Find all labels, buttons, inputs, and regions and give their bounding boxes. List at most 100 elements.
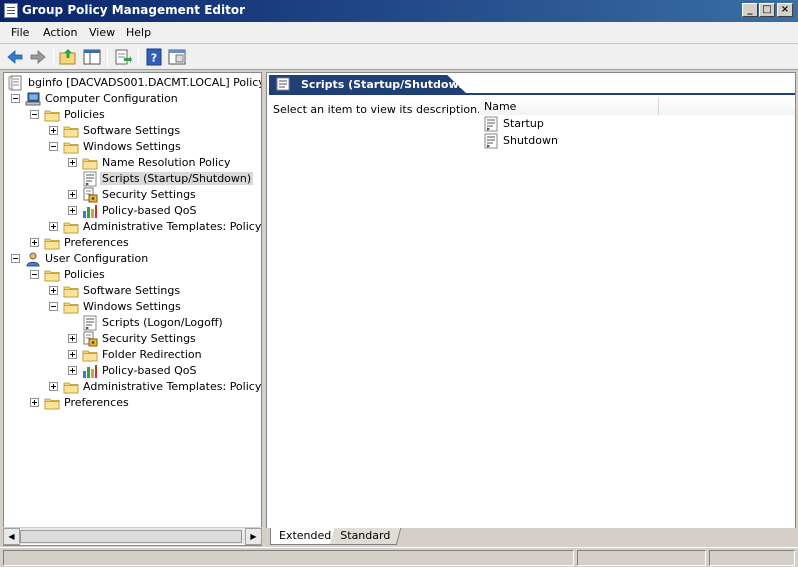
tree-item-label: Name Resolution Policy <box>102 156 231 169</box>
forward-icon[interactable] <box>28 47 48 67</box>
tree-item[interactable]: Windows Settings <box>4 299 261 315</box>
collapse-icon[interactable] <box>49 302 58 311</box>
tree-item[interactable]: Windows Settings <box>4 139 261 155</box>
item-description: Select an item to view its description. <box>273 103 481 116</box>
scroll-thumb[interactable] <box>20 530 242 543</box>
tree-item-label: Computer Configuration <box>45 92 178 105</box>
expand-icon[interactable] <box>68 190 77 199</box>
expand-icon[interactable] <box>30 398 39 407</box>
back-icon[interactable] <box>5 47 25 67</box>
list-item-label: Shutdown <box>503 134 558 147</box>
tree-item-label: Preferences <box>64 396 129 409</box>
menu-view[interactable]: View <box>89 26 115 39</box>
tree-item[interactable]: Policies <box>4 267 261 283</box>
list-header: Name <box>479 98 795 115</box>
tree-item[interactable]: Scripts (Startup/Shutdown) <box>4 171 261 187</box>
expand-icon[interactable] <box>68 350 77 359</box>
scroll-right-button[interactable]: ▶ <box>245 528 262 545</box>
collapse-icon[interactable] <box>30 110 39 119</box>
details-title: Scripts (Startup/Shutdown) <box>301 78 472 91</box>
tree-item[interactable]: Name Resolution Policy <box>4 155 261 171</box>
tree-item-label: Administrative Templates: Policy defi <box>83 380 262 393</box>
status-bar <box>0 547 798 567</box>
help-icon[interactable]: ? <box>144 47 164 67</box>
expand-icon[interactable] <box>49 286 58 295</box>
collapse-icon[interactable] <box>30 270 39 279</box>
tree-item[interactable]: Computer Configuration <box>4 91 261 107</box>
export-list-icon[interactable] <box>113 47 133 67</box>
folder-icon <box>63 139 79 155</box>
tree-item-label: Policy-based QoS <box>102 204 197 217</box>
view-tabs: Extended Standard <box>266 528 798 546</box>
minimize-button[interactable]: _ <box>742 3 758 17</box>
expand-icon[interactable] <box>68 206 77 215</box>
window-title: Group Policy Management Editor <box>22 3 246 17</box>
tree-horizontal-scrollbar[interactable]: ◀ ▶ <box>3 527 262 545</box>
tree-item[interactable]: Administrative Templates: Policy defi <box>4 379 262 395</box>
tree-item[interactable]: Administrative Templates: Policy defi <box>4 219 261 235</box>
properties-icon[interactable] <box>167 47 187 67</box>
status-panel-2 <box>577 550 706 566</box>
script-icon <box>483 133 499 149</box>
tree-item[interactable]: Policy-based QoS <box>4 363 261 379</box>
expand-icon[interactable] <box>68 366 77 375</box>
folder-icon <box>63 283 79 299</box>
qos-chart-icon <box>82 363 98 379</box>
up-folder-icon[interactable] <box>58 47 78 67</box>
policy-doc-icon <box>8 75 24 91</box>
list-item[interactable]: Startup <box>483 116 683 132</box>
folder-icon <box>63 299 79 315</box>
tree-item[interactable]: Software Settings <box>4 123 261 139</box>
title-bar: Group Policy Management Editor _ □ × <box>0 0 798 22</box>
tree-item[interactable]: Policy-based QoS <box>4 203 261 219</box>
tree-item-label: Folder Redirection <box>102 348 202 361</box>
toolbar-separator <box>107 48 108 66</box>
tree-item[interactable]: Security Settings <box>4 187 261 203</box>
tree-item[interactable]: Security Settings <box>4 331 261 347</box>
menu-help[interactable]: Help <box>126 26 151 39</box>
status-panel-main <box>3 550 574 566</box>
tree-item-label: Security Settings <box>102 188 196 201</box>
list-item[interactable]: Shutdown <box>483 133 683 149</box>
script-icon <box>82 315 98 331</box>
collapse-icon[interactable] <box>11 254 20 263</box>
tree-item-label: Software Settings <box>83 284 181 297</box>
expand-icon[interactable] <box>49 222 58 231</box>
expand-icon[interactable] <box>68 334 77 343</box>
tree-item[interactable]: Scripts (Logon/Logoff) <box>4 315 261 331</box>
tree-item[interactable]: Preferences <box>4 235 261 251</box>
maximize-button[interactable]: □ <box>759 3 775 17</box>
folder-icon <box>44 107 60 123</box>
menu-file[interactable]: File <box>11 26 29 39</box>
tab-standard[interactable]: Standard <box>329 528 402 545</box>
collapse-icon[interactable] <box>49 142 58 151</box>
header-underline <box>269 93 795 95</box>
collapse-icon[interactable] <box>11 94 20 103</box>
tree-item-label: Scripts (Startup/Shutdown) <box>100 172 254 185</box>
details-pane: Scripts (Startup/Shutdown) Select an ite… <box>266 72 796 546</box>
computer-icon <box>25 91 41 107</box>
toolbar: ? <box>0 44 798 70</box>
tree-item-label: Windows Settings <box>83 300 181 313</box>
folder-icon <box>44 395 60 411</box>
qos-chart-icon <box>82 203 98 219</box>
close-button[interactable]: × <box>777 3 793 17</box>
tree-item[interactable]: Folder Redirection <box>4 347 261 363</box>
menu-action[interactable]: Action <box>43 26 77 39</box>
tree-item[interactable]: Policies <box>4 107 261 123</box>
scroll-left-button[interactable]: ◀ <box>3 528 20 545</box>
tree-item[interactable]: Software Settings <box>4 283 261 299</box>
script-icon <box>82 171 98 187</box>
tree-item-label: bginfo [DACVADS001.DACMT.LOCAL] Policy <box>28 76 262 89</box>
column-name-header[interactable]: Name <box>479 98 659 115</box>
expand-icon[interactable] <box>30 238 39 247</box>
tree-item[interactable]: Preferences <box>4 395 261 411</box>
expand-icon[interactable] <box>68 158 77 167</box>
tree-item[interactable]: bginfo [DACVADS001.DACMT.LOCAL] Policy <box>4 75 262 91</box>
tree-item[interactable]: User Configuration <box>4 251 261 267</box>
status-panel-3 <box>709 550 795 566</box>
expand-icon[interactable] <box>49 382 58 391</box>
script-icon <box>483 116 499 132</box>
expand-icon[interactable] <box>49 126 58 135</box>
show-hide-tree-icon[interactable] <box>82 47 102 67</box>
